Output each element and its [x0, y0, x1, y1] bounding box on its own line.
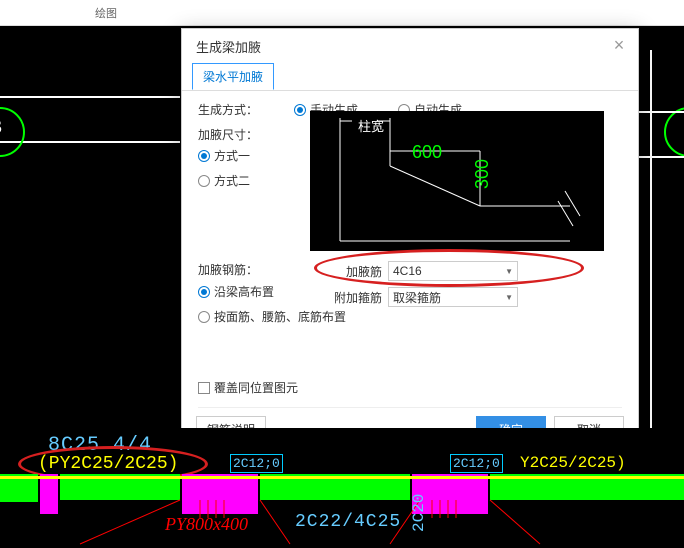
fujiaguijin-select[interactable]: 取梁箍筋 ▼ — [388, 287, 518, 307]
chevron-down-icon: ▼ — [505, 267, 513, 276]
size-label: 加腋尺寸： — [198, 126, 294, 143]
close-icon[interactable]: × — [608, 35, 630, 57]
svg-text:300: 300 — [472, 159, 492, 189]
rebar-label: 加腋钢筋： — [198, 261, 294, 278]
chevron-down-icon: ▼ — [505, 293, 513, 302]
tab-horizontal-haunch[interactable]: 梁水平加腋 — [192, 63, 274, 90]
jiayejin-select[interactable]: 4C16 ▼ — [388, 261, 518, 281]
haunch-diagram: 柱宽 600 300 — [310, 111, 604, 251]
gen-method-label: 生成方式： — [198, 101, 294, 118]
cad-text: 2C20 — [410, 494, 428, 532]
fujiaguijin-label: 附加箍筋 — [334, 289, 382, 306]
radio-along-height[interactable]: 沿梁高布置 — [198, 283, 274, 300]
cad-text: 2C12;0 — [450, 454, 503, 473]
generate-haunch-dialog: 生成梁加腋 × 梁水平加腋 生成方式： 手动生成 自动生成 加腋尺寸： 方式一 … — [181, 28, 639, 453]
cad-text: 2C12;0 — [230, 454, 283, 473]
cad-circle — [0, 107, 25, 157]
jiayejin-label: 加腋筋 — [334, 263, 382, 280]
radio-mode2[interactable]: 方式二 — [198, 172, 250, 189]
cad-text: (PY2C25/2C25) — [38, 454, 178, 474]
cad-circle — [664, 107, 684, 157]
cad-line — [650, 50, 652, 430]
radio-mode1[interactable]: 方式一 — [198, 147, 250, 164]
cad-line — [0, 141, 180, 143]
cad-text: Y2C25/2C25) — [520, 454, 626, 472]
svg-text:600: 600 — [412, 142, 442, 162]
cad-text: 2C22/4C25 — [295, 512, 401, 532]
checkbox-cover[interactable]: 覆盖同位置图元 — [198, 379, 298, 396]
cad-text: PY800x400 — [165, 514, 248, 535]
cad-number: 3 — [0, 116, 2, 139]
huitu-label: 绘图 — [95, 5, 117, 21]
cad-line — [0, 96, 180, 98]
dialog-title: 生成梁加腋 — [196, 37, 261, 56]
